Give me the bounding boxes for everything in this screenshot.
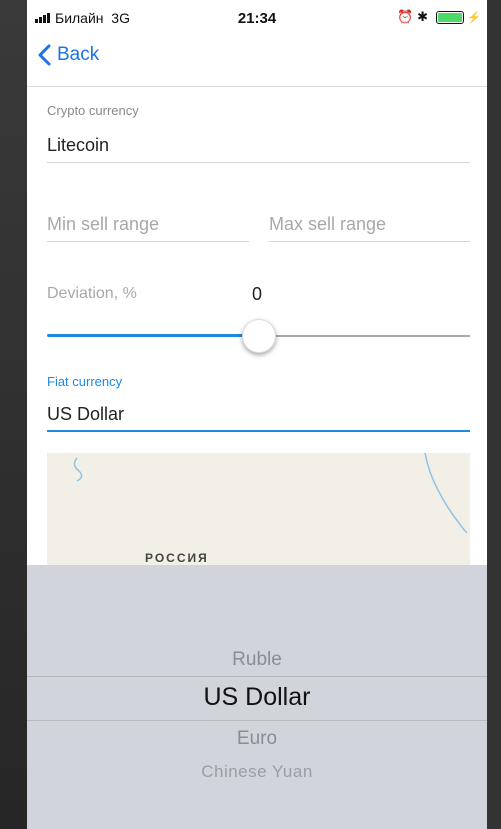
status-bar: Билайн 3G 21:34 ⏰ ✱ ⚡ [27,0,487,36]
fiat-underline-active [47,430,470,432]
crypto-currency-label: Crypto currency [47,103,139,118]
bluetooth-icon: ✱ [417,9,429,24]
slider-track-filled [47,334,257,337]
crypto-underline [47,162,470,163]
background-app-right-edge [487,0,501,829]
min-sell-underline [47,241,249,242]
slider-track-empty [257,335,470,337]
modal-sheet: Билайн 3G 21:34 ⏰ ✱ ⚡ Back Crypto curren… [27,0,487,829]
fiat-currency-field[interactable]: US Dollar [47,404,124,425]
chevron-left-icon [38,44,51,66]
min-sell-range-input[interactable]: Min sell range [47,214,159,235]
charging-icon: ⚡ [467,12,481,24]
currency-picker[interactable]: Ruble US Dollar Euro Chinese Yuan [27,565,487,829]
max-sell-range-input[interactable]: Max sell range [269,214,386,235]
map-country-label: РОССИЯ [145,551,209,565]
back-button[interactable]: Back [37,44,99,66]
picker-option[interactable]: Ruble [27,649,487,671]
picker-option-selected[interactable]: US Dollar [27,683,487,712]
deviation-value: 0 [252,284,263,304]
alarm-icon: ⏰ [397,9,414,24]
battery-icon [435,11,464,25]
back-label: Back [57,44,100,65]
navigation-bar: Back [27,36,487,87]
status-right: ⏰ ✱ ⚡ [397,9,481,25]
deviation-label: Deviation, % [47,285,137,302]
picker-option[interactable]: Euro [27,728,487,750]
slider-thumb[interactable] [242,319,276,353]
fiat-currency-label: Fiat currency [47,374,123,389]
max-sell-underline [269,241,470,242]
background-app-left-edge [0,0,27,829]
picker-option[interactable]: Chinese Yuan [27,762,487,782]
crypto-currency-field[interactable]: Litecoin [47,135,109,156]
